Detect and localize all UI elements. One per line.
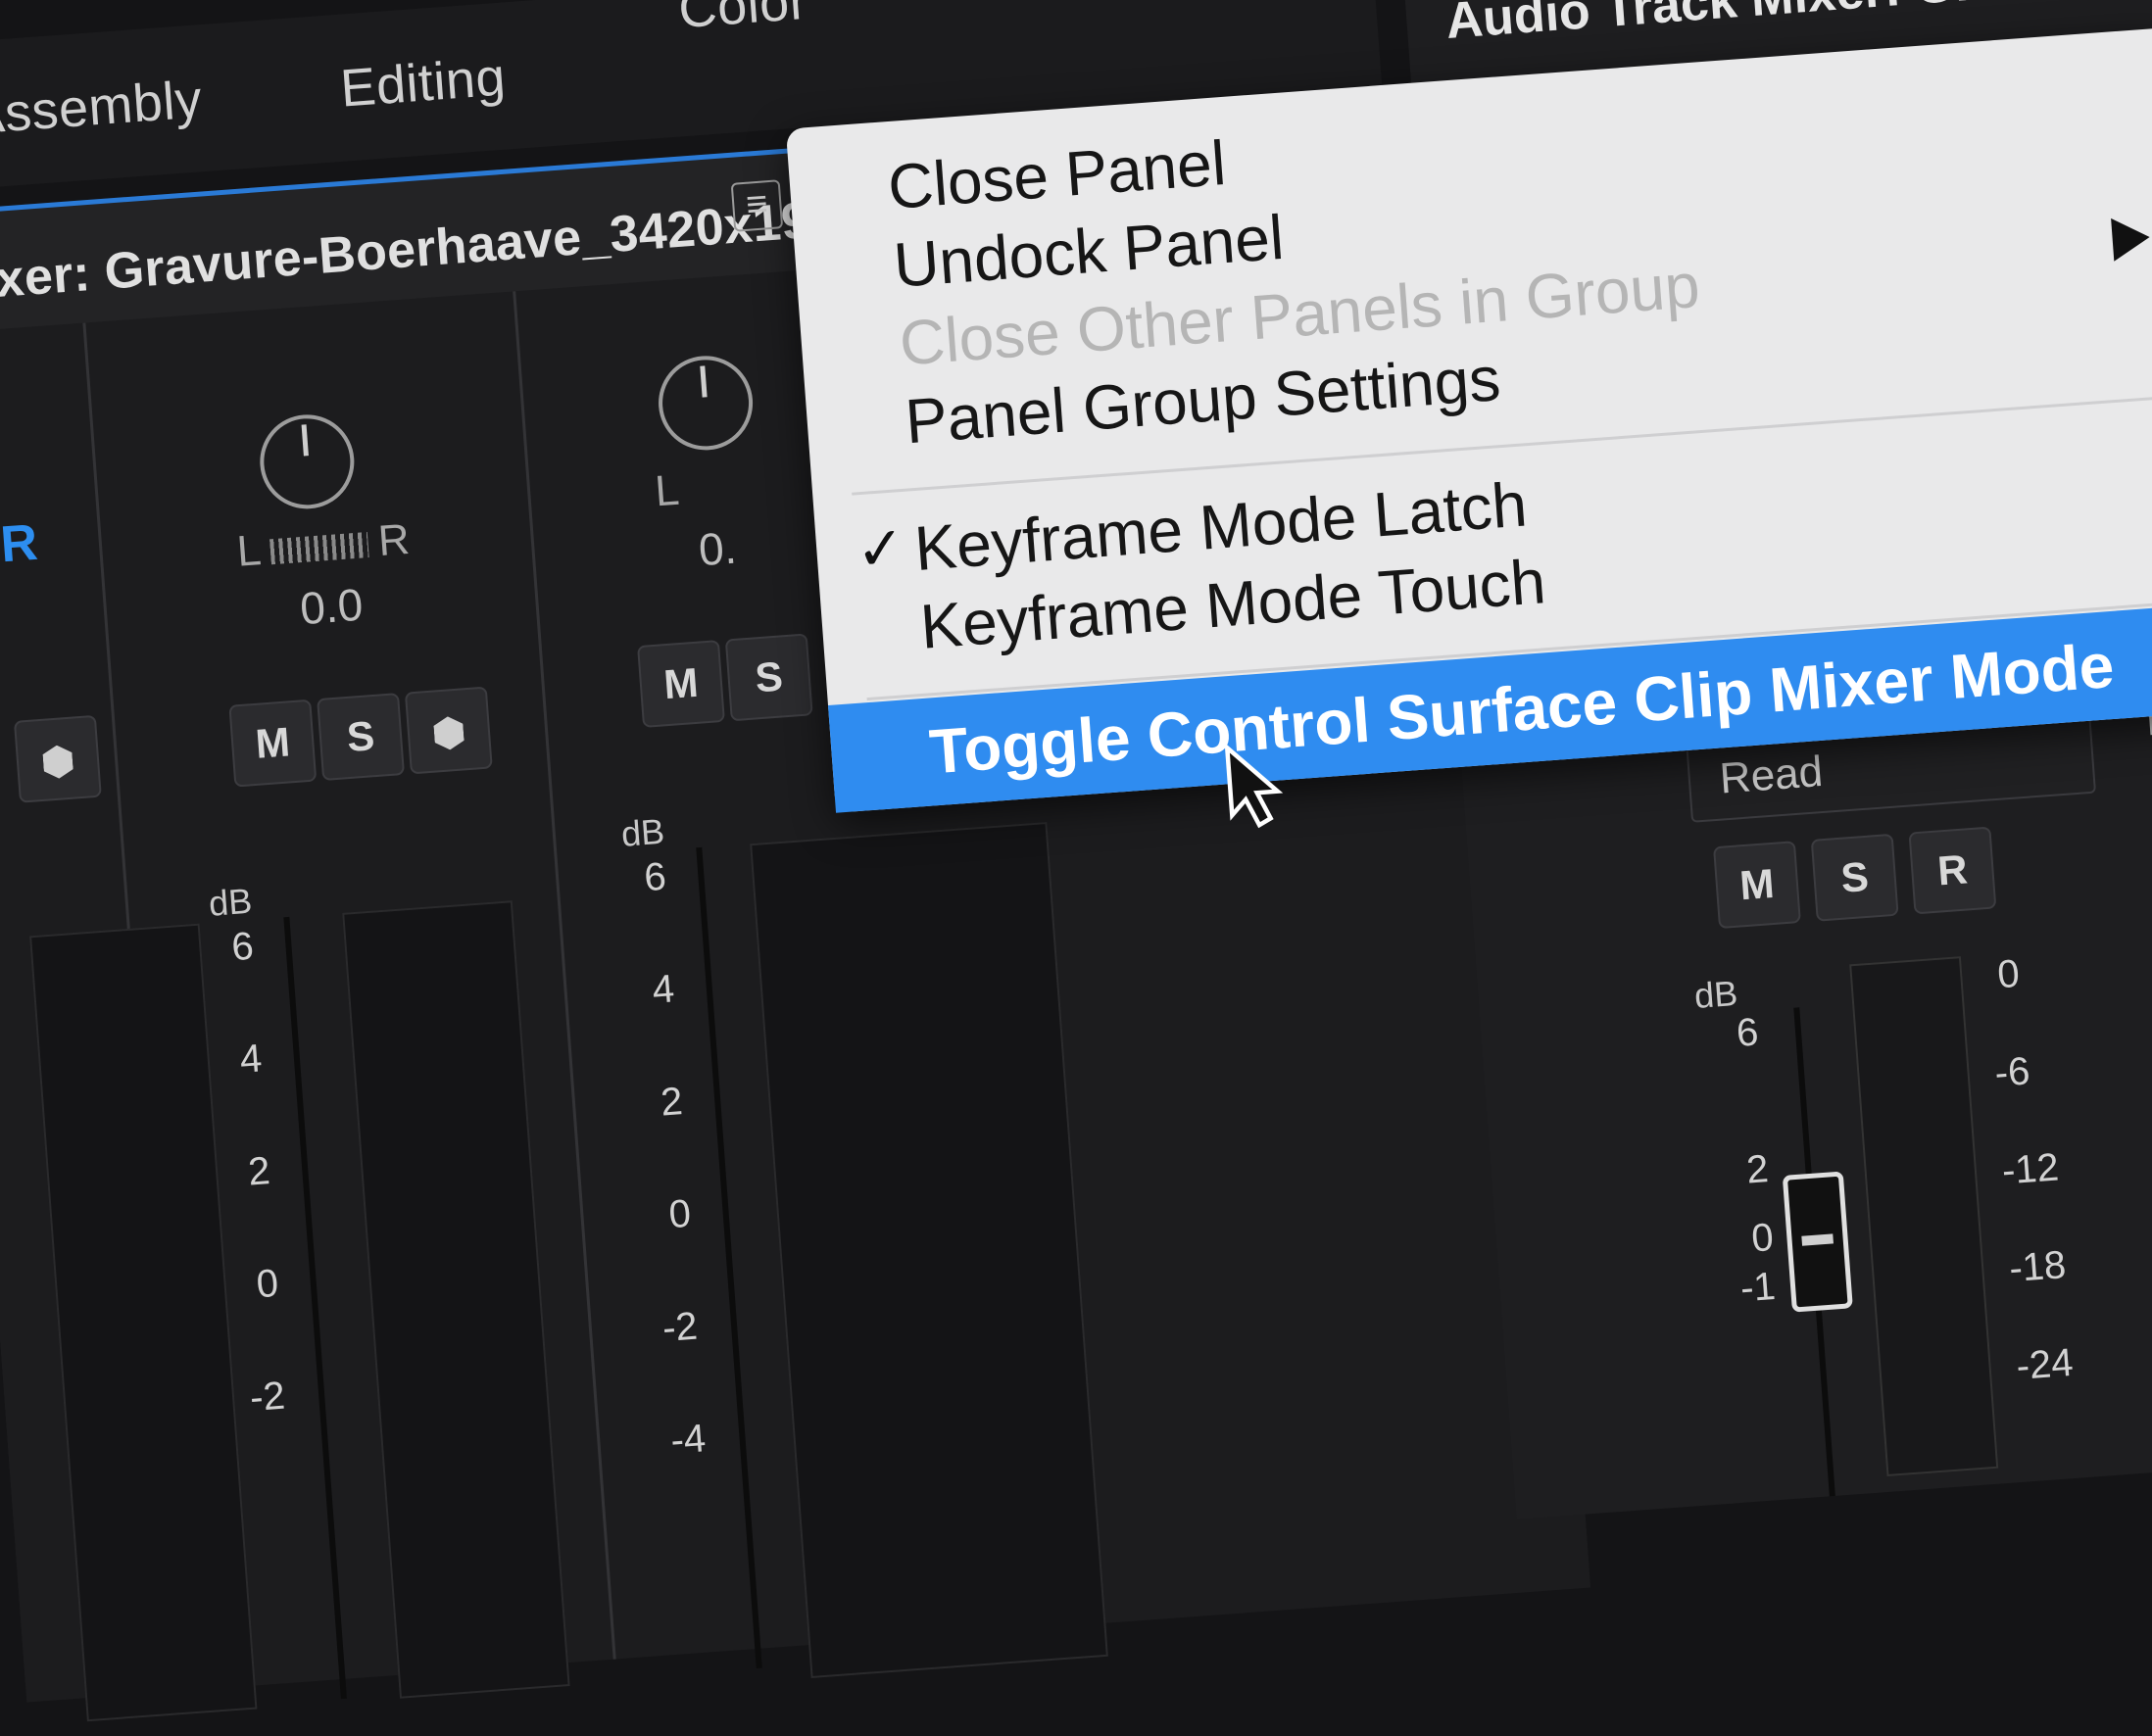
meter-tick: -12: [2000, 1145, 2061, 1193]
screen: Assembly Editing Color ixer: Gravure-Boe…: [0, 0, 2152, 1722]
keyframe-button[interactable]: [404, 686, 493, 775]
channel-3-meter: [750, 822, 1108, 1678]
pan-left-label: L: [235, 526, 264, 576]
solo-button[interactable]: S: [1810, 833, 1899, 922]
hamburger-menu-icon[interactable]: ≡: [730, 179, 784, 232]
keyframe-button[interactable]: [13, 714, 102, 803]
db-tick: 0: [667, 1191, 693, 1237]
meter-tick: 0: [1995, 951, 2022, 997]
db-tick: -2: [248, 1374, 287, 1421]
workspace-tab-assembly[interactable]: Assembly: [0, 69, 204, 146]
db-tick: 0: [1749, 1215, 1776, 1261]
channel-1-r-label: R: [0, 513, 40, 574]
solo-button[interactable]: S: [317, 693, 406, 782]
db-label: dB: [1692, 972, 1739, 1017]
meter-tick: -6: [1993, 1049, 2031, 1095]
mute-button[interactable]: M: [228, 699, 318, 788]
db-label: dB: [207, 880, 254, 924]
keyframe-icon: [433, 715, 465, 750]
db-tick: -1: [1738, 1264, 1778, 1311]
db-tick: 6: [1735, 1010, 1760, 1055]
checkmark-icon: ✓: [854, 513, 908, 584]
db-label: dB: [619, 810, 666, 854]
db-tick: -4: [668, 1417, 708, 1463]
db-tick: 4: [238, 1037, 264, 1082]
pan-value: 0.0: [298, 578, 366, 635]
mute-button[interactable]: M: [1712, 841, 1801, 930]
workspace-tab-editing[interactable]: Editing: [338, 47, 508, 120]
db-tick: 6: [229, 924, 256, 970]
workspace-tab-color[interactable]: Color: [676, 0, 809, 40]
mute-button[interactable]: M: [637, 640, 725, 728]
solo-button[interactable]: S: [724, 633, 813, 722]
db-tick: -2: [660, 1304, 700, 1351]
db-tick: 4: [651, 967, 676, 1012]
record-button[interactable]: R: [1908, 826, 1997, 915]
db-tick: 2: [1744, 1147, 1771, 1192]
volume-fader-handle[interactable]: [1782, 1171, 1853, 1313]
db-tick: 6: [642, 854, 668, 900]
db-tick: 2: [246, 1149, 272, 1194]
db-tick: 2: [659, 1080, 685, 1125]
db-tick: 0: [255, 1261, 280, 1307]
output-meter: [1849, 956, 1999, 1477]
panel-context-menu: Close Panel Undock Panel Close Other Pan…: [785, 26, 2152, 813]
pan-left-label: L: [653, 465, 681, 516]
pan-value: 0.: [697, 521, 739, 576]
pan-lr-indicator: L: [654, 466, 681, 517]
keyframe-icon: [42, 745, 73, 780]
submenu-arrow-icon: [2111, 216, 2152, 262]
meter-tick: -18: [2007, 1243, 2068, 1291]
meter-tick: -24: [2015, 1340, 2075, 1388]
pan-bars: [269, 532, 370, 565]
pan-right-label: R: [376, 514, 412, 566]
